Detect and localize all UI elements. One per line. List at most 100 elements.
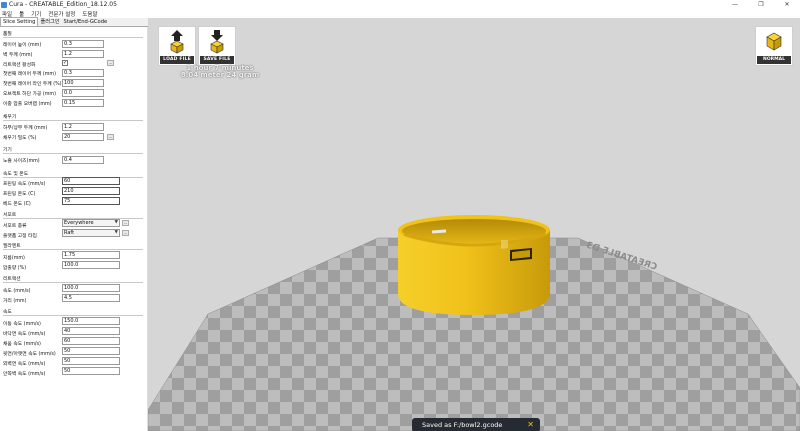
dual-extrusion-overlap-input[interactable]: 0.15	[62, 99, 104, 107]
load-file-icon	[160, 28, 194, 56]
retraction-enable-checkbox[interactable]: ✓	[62, 60, 68, 66]
tab-start-end-gcode[interactable]: Start/End-GCode	[62, 18, 110, 26]
toast-message: Saved as F:/bowl2.gcode	[422, 421, 503, 429]
3d-viewport[interactable]: CREATABLE D3 LOAD FILE SAVE FILE 1 hour …	[148, 18, 800, 431]
load-file-label: LOAD FILE	[160, 56, 194, 64]
section-divider	[3, 249, 143, 250]
row-label: 프린팅 속도 (mm/s)	[3, 182, 46, 187]
bottom-layer-speed-input[interactable]: 40	[62, 327, 120, 335]
row-label: 윗면/아랫면 속도 (mm/s)	[3, 352, 56, 357]
tab-slice-setting[interactable]: Slice Setting	[0, 17, 39, 26]
layer-height-input[interactable]: 0.3	[62, 40, 104, 48]
bed-temperature-input[interactable]: 75	[62, 197, 120, 205]
title-bar: Cura - CREATABLE_Edition_18.12.05 — ❐ ✕	[0, 0, 800, 9]
window-title: Cura - CREATABLE_Edition_18.12.05	[9, 1, 117, 8]
cube-icon	[757, 28, 791, 56]
row-label: 플랫폼 고정 타입	[3, 234, 37, 239]
row-label: 이중 압출 오버랩 (mm)	[3, 102, 52, 107]
initial-layer-line-width-input[interactable]: 100	[62, 79, 104, 87]
support-options-button[interactable]: ...	[122, 220, 129, 226]
fill-density-input[interactable]: 20	[62, 133, 104, 141]
save-notification-toast[interactable]: Saved as F:/bowl2.gcode ✕	[412, 418, 540, 431]
section-title-retraction: 리트랙션	[3, 277, 21, 282]
inner-shell-speed-input[interactable]: 50	[62, 367, 120, 375]
section-title-fill: 채우기	[3, 115, 17, 120]
row-label: 압출량 (%)	[3, 266, 27, 271]
section-title-speed: 속도	[3, 310, 12, 315]
section-divider	[3, 282, 143, 283]
row-label: 첫번째 레이어 두께 (mm)	[3, 72, 56, 77]
print-temperature-input[interactable]: 210	[62, 187, 120, 195]
row-label: 프린팅 온도 (C)	[3, 192, 36, 197]
platform-adhesion-select[interactable]: Raft ▼	[62, 229, 120, 237]
window-controls: — ❐ ✕	[722, 0, 800, 9]
fill-options-button[interactable]: ...	[107, 134, 114, 140]
section-title-machine: 기기	[3, 148, 12, 153]
menu-help[interactable]: 도움말	[82, 10, 97, 18]
row-label: 서포트 종류	[3, 224, 27, 229]
cura-app-icon	[1, 1, 7, 8]
outer-shell-speed-input[interactable]: 50	[62, 357, 120, 365]
support-type-select[interactable]: Everywhere ▼	[62, 219, 120, 227]
infill-speed-input[interactable]: 60	[62, 337, 120, 345]
travel-speed-input[interactable]: 150.0	[62, 317, 120, 325]
bottom-top-thickness-input[interactable]: 1.2	[62, 123, 104, 131]
row-label: 첫번째 레이어 라인 두께 (%)	[3, 82, 62, 87]
section-divider	[3, 153, 143, 154]
retraction-options-button[interactable]: ...	[107, 60, 114, 66]
tab-plugins[interactable]: 플러그인	[38, 17, 61, 26]
build-plate-scene: CREATABLE D3	[148, 215, 800, 431]
cut-off-object-bottom-input[interactable]: 0.0	[62, 89, 104, 97]
view-mode-label: NORMAL	[757, 56, 791, 64]
row-label: 리트랙션 활성화	[3, 63, 36, 68]
row-label: 외벽면 속도 (mm/s)	[3, 362, 46, 367]
print-material: 8.04 meter 24 gram	[180, 71, 260, 79]
bowl-model[interactable]	[398, 215, 550, 315]
row-label: 베드 온도 (C)	[3, 202, 31, 207]
view-mode-button[interactable]: NORMAL	[755, 26, 793, 66]
section-title-speed-temperature: 속도 및 온도	[3, 172, 29, 177]
section-title-quality: 품질	[3, 32, 12, 37]
nozzle-size-input[interactable]: 0.4	[62, 156, 104, 164]
row-label: 채움 속도 (mm/s)	[3, 342, 41, 347]
close-button[interactable]: ✕	[774, 0, 800, 9]
toast-close-icon[interactable]: ✕	[527, 418, 534, 431]
section-title-filament: 필라멘트	[3, 244, 21, 249]
row-label: 레이어 높이 (mm)	[3, 43, 42, 48]
settings-panel: 품질 레이어 높이 (mm) 0.3 벽 두께 (mm) 1.2 리트랙션 활성…	[0, 27, 148, 431]
row-label: 채우기 밀도 (%)	[3, 136, 37, 141]
row-label: 속도 (mm/s)	[3, 289, 31, 294]
section-title-support: 서포트	[3, 213, 17, 218]
section-divider	[3, 37, 143, 38]
chevron-down-icon: ▼	[114, 220, 118, 225]
platform-adhesion-value: Raft	[64, 230, 75, 236]
save-file-label: SAVE FILE	[200, 56, 234, 64]
row-label: 지름(mm)	[3, 256, 25, 261]
row-label: 노즐 사이즈(mm)	[3, 159, 40, 164]
minimize-button[interactable]: —	[722, 0, 748, 9]
row-label: 거리 (mm)	[3, 299, 27, 304]
section-divider	[3, 315, 143, 316]
section-divider	[3, 120, 143, 121]
row-label: 벽 두께 (mm)	[3, 53, 33, 58]
load-file-button[interactable]: LOAD FILE	[158, 26, 196, 66]
filament-flow-input[interactable]: 100.0	[62, 261, 120, 269]
settings-tab-bar: Slice Setting 플러그인 Start/End-GCode	[0, 17, 148, 27]
support-type-value: Everywhere	[64, 220, 94, 226]
top-bottom-speed-input[interactable]: 50	[62, 347, 120, 355]
wall-thickness-input[interactable]: 1.2	[62, 50, 104, 58]
print-estimate: 1 hour 7 minutes 8.04 meter 24 gram	[180, 65, 260, 79]
row-label: 안쪽벽 속도 (mm/s)	[3, 372, 46, 377]
save-file-button[interactable]: SAVE FILE	[198, 26, 236, 66]
save-file-icon	[200, 28, 234, 56]
chevron-down-icon: ▼	[114, 230, 118, 235]
row-label: 하부/상부 두께 (mm)	[3, 126, 48, 131]
print-speed-input[interactable]: 60	[62, 177, 120, 185]
retraction-speed-input[interactable]: 100.0	[62, 284, 120, 292]
retraction-distance-input[interactable]: 4.5	[62, 294, 120, 302]
menu-bar: 파일 툴 기기 전문가 설정 도움말	[0, 9, 800, 18]
filament-diameter-input[interactable]: 1.75	[62, 251, 120, 259]
platform-adhesion-options-button[interactable]: ...	[122, 230, 129, 236]
initial-layer-thickness-input[interactable]: 0.3	[62, 69, 104, 77]
maximize-button[interactable]: ❐	[748, 0, 774, 9]
